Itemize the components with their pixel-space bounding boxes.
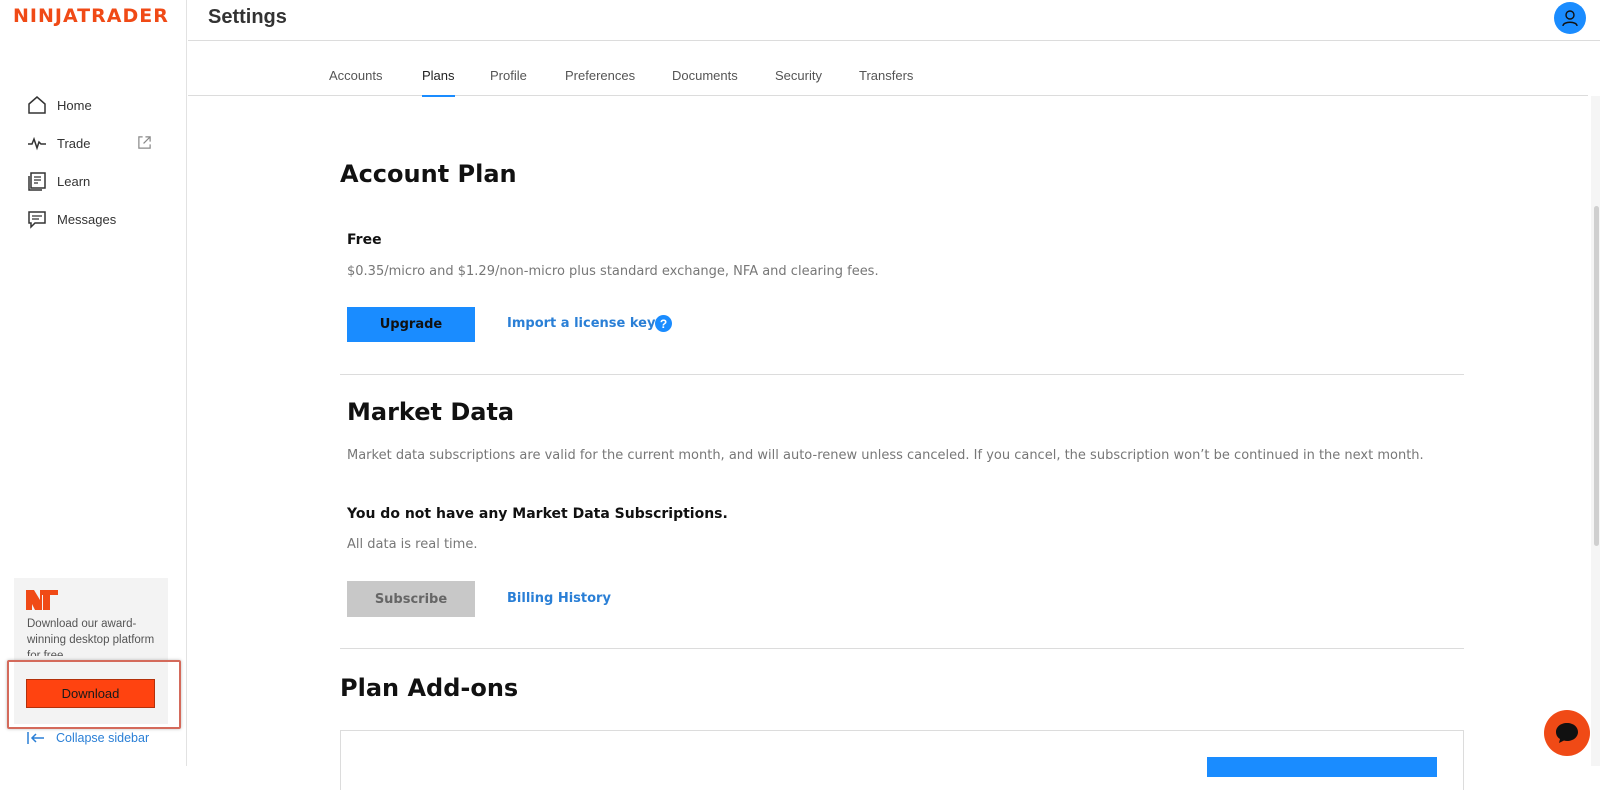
no-subscriptions-text: You do not have any Market Data Subscrip… [347,506,728,522]
top-header: Settings [188,0,1600,41]
chat-icon [1556,723,1578,743]
subscribe-button[interactable]: Subscribe [347,581,475,617]
external-link-icon [137,135,153,151]
tab-profile[interactable]: Profile [490,68,527,96]
tab-transfers[interactable]: Transfers [859,68,913,96]
sidebar-item-trade[interactable]: Trade [0,124,186,162]
page-title: Settings [208,6,287,28]
collapse-arrow-icon [26,731,46,745]
account-plan-heading: Account Plan [340,160,517,188]
collapse-sidebar-button[interactable]: Collapse sidebar [26,731,149,745]
section-divider [340,648,1464,649]
upgrade-button[interactable]: Upgrade [347,307,475,342]
chat-bubble-icon [26,208,48,230]
import-license-key-link[interactable]: Import a license key [507,316,655,331]
pulse-icon [26,132,48,154]
home-icon [26,94,48,116]
plan-name: Free [347,232,382,248]
section-divider [340,374,1464,375]
tab-plans[interactable]: Plans [422,68,455,97]
ninjatrader-logo[interactable]: NINJATRADER [13,5,169,27]
book-icon [26,170,48,192]
addon-action-button[interactable] [1207,757,1437,777]
sidebar-item-label: Trade [57,135,91,151]
sidebar-item-label: Learn [57,173,91,189]
market-data-heading: Market Data [347,398,515,426]
help-icon[interactable]: ? [655,315,672,332]
tab-security[interactable]: Security [775,68,822,96]
user-avatar[interactable] [1554,2,1586,34]
plan-addons-card [340,730,1464,790]
scrollbar-thumb[interactable] [1594,206,1599,546]
billing-history-link[interactable]: Billing History [507,591,611,606]
sidebar-item-home[interactable]: Home [0,86,186,124]
chat-support-button[interactable] [1544,710,1590,756]
sidebar-nav: Home Trade Learn Messages [0,86,186,238]
collapse-sidebar-label: Collapse sidebar [56,731,150,745]
user-icon [1562,10,1578,27]
sidebar-item-messages[interactable]: Messages [0,200,186,238]
sidebar-item-label: Messages [57,211,117,227]
market-data-description: Market data subscriptions are valid for … [347,448,1424,463]
tab-documents[interactable]: Documents [672,68,738,96]
download-button[interactable]: Download [26,679,155,708]
nt-logo-icon [26,590,58,615]
page-scrollbar[interactable] [1591,96,1600,766]
settings-tabs: Accounts Plans Profile Preferences Docum… [188,41,1588,97]
tab-accounts[interactable]: Accounts [329,68,382,96]
tab-preferences[interactable]: Preferences [565,68,635,96]
sidebar: NINJATRADER Home Trade Learn Messages Do… [0,0,187,766]
sidebar-item-learn[interactable]: Learn [0,162,186,200]
realtime-note: All data is real time. [347,537,478,552]
sidebar-item-label: Home [57,97,92,113]
plan-addons-heading: Plan Add-ons [340,674,519,702]
promo-text: Download our award-winning desktop platf… [27,618,155,656]
plan-description: $0.35/micro and $1.29/non-micro plus sta… [347,264,879,279]
